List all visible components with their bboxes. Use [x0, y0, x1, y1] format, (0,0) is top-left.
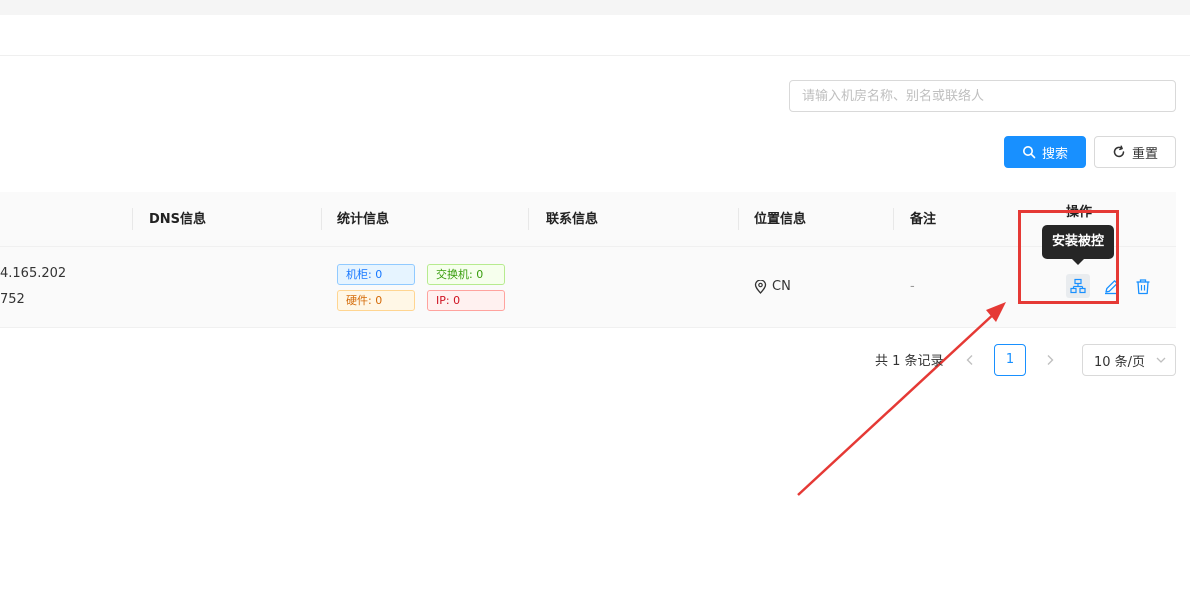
- search-button-label: 搜索: [1041, 146, 1068, 162]
- tag-cabinet: 机柜: 0: [337, 264, 415, 285]
- header-stats: 统计信息: [337, 212, 390, 227]
- row-id-text: 752: [0, 292, 25, 307]
- trash-icon: [1136, 278, 1150, 294]
- chevron-down-icon: [1156, 357, 1166, 363]
- delete-button[interactable]: [1133, 276, 1153, 296]
- tag-switch: 交换机: 0: [427, 264, 505, 285]
- top-strip: [0, 0, 1190, 15]
- page-size-value: 10 条/页: [1094, 354, 1146, 370]
- reload-icon: [1113, 145, 1125, 158]
- reset-button-label: 重置: [1131, 146, 1158, 162]
- annotation-highlight-box: [1018, 210, 1119, 304]
- search-input[interactable]: [789, 80, 1176, 112]
- row-ip-text: 4.165.202: [0, 266, 67, 281]
- search-icon: [1022, 146, 1036, 159]
- header-separator: [528, 208, 529, 230]
- location-pin-icon: [754, 279, 767, 294]
- header-separator: [738, 208, 739, 230]
- table-row: [0, 247, 1176, 328]
- next-page-button[interactable]: [1036, 346, 1064, 374]
- header-contact: 联系信息: [546, 212, 599, 227]
- header-remark: 备注: [910, 212, 937, 227]
- tag-hardware: 硬件: 0: [337, 290, 415, 311]
- location-text: CN: [772, 279, 791, 294]
- table-header: DNS信息 统计信息 联系信息 位置信息 备注 操作: [0, 192, 1176, 247]
- remark-text: -: [910, 279, 915, 294]
- pagination-total: 共 1 条记录: [875, 354, 944, 369]
- prev-page-button[interactable]: [956, 346, 984, 374]
- header-separator: [893, 208, 894, 230]
- header-separator: [132, 208, 133, 230]
- location-cell: CN: [754, 279, 791, 294]
- search-button[interactable]: 搜索: [1004, 136, 1086, 168]
- page-size-select[interactable]: 10 条/页: [1082, 344, 1176, 376]
- header-location: 位置信息: [754, 212, 807, 227]
- header-separator: [321, 208, 322, 230]
- chevron-left-icon: [966, 355, 973, 365]
- page-1-button[interactable]: 1: [994, 344, 1026, 376]
- chevron-right-icon: [1047, 355, 1054, 365]
- tag-ip: IP: 0: [427, 290, 505, 311]
- header-dns: DNS信息: [149, 212, 207, 227]
- reset-button[interactable]: 重置: [1094, 136, 1176, 168]
- top-bar: [0, 15, 1190, 56]
